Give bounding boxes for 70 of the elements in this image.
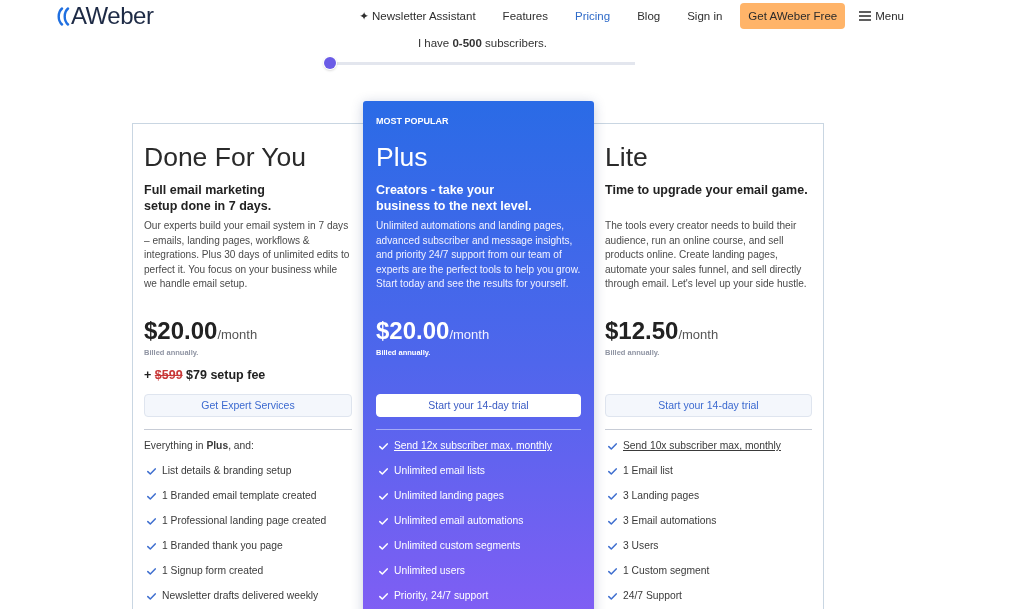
feature-text: Unlimited users [394, 564, 465, 578]
plan-price: $20.00/month [144, 317, 259, 346]
feature-text: List details & branding setup [162, 464, 292, 478]
nav-link[interactable]: Sign in [687, 9, 723, 23]
feature-text: 1 Branded email template created [162, 489, 317, 503]
feature-text: 3 Users [623, 539, 659, 553]
check-icon [379, 592, 388, 600]
plan-tagline: Time to upgrade your email game. [605, 182, 809, 199]
check-icon [147, 517, 156, 525]
check-icon [379, 542, 388, 550]
feature-text: Unlimited email lists [394, 464, 485, 478]
logo-text[interactable]: AWeber [71, 2, 154, 30]
check-icon [147, 467, 156, 475]
feature-text: 1 Branded thank you page [162, 539, 283, 553]
check-icon [608, 517, 617, 525]
check-icon [379, 467, 388, 475]
check-icon [379, 492, 388, 500]
feature-text: Newsletter drafts delivered weekly [162, 589, 319, 603]
feature-text: 1 Custom segment [623, 564, 710, 578]
feature-text: 3 Landing pages [623, 489, 700, 503]
check-icon [379, 517, 388, 525]
nav-link[interactable]: Blog [637, 9, 661, 23]
plan-price: $12.50/month [605, 317, 720, 346]
check-icon [608, 492, 617, 500]
nav-link[interactable]: Features [502, 9, 548, 23]
feature-link[interactable]: Send 10x subscriber max, monthly [623, 439, 781, 453]
slider-handle[interactable] [324, 57, 336, 69]
check-icon [147, 492, 156, 500]
plan-description: The tools every creator needs to build their audience, run an online course, and sell products online. Create landing pages, automate your sales funnel, and sell directly through email. Let's level up your side hustle. [605, 219, 808, 291]
popular-label: MOST POPULAR [376, 115, 450, 128]
feature-text: Priority, 24/7 support [394, 589, 489, 603]
feature-text: 1 Signup form created [162, 564, 264, 578]
check-icon [147, 542, 156, 550]
feature-text: Unlimited custom segments [394, 539, 521, 553]
plan-title: Lite [605, 141, 649, 174]
plan-price: $20.00/month [376, 317, 491, 346]
check-icon [147, 567, 156, 575]
menu-button[interactable]: Menu [859, 10, 904, 22]
check-icon [608, 442, 617, 450]
check-icon [379, 567, 388, 575]
check-icon [608, 542, 617, 550]
features-intro: Everything in Plus, and: [144, 439, 254, 453]
plan-tagline: Full email marketing setup done in 7 days. [144, 182, 273, 214]
get-started-button[interactable]: Get AWeber Free [740, 3, 846, 29]
plan-title: Done For You [144, 141, 308, 174]
plan-button[interactable]: Start your 14-day trial [376, 393, 581, 417]
feature-text: Unlimited landing pages [394, 489, 504, 503]
feature-text: 24/7 Support [623, 589, 682, 603]
plan-button[interactable]: Get Expert Services [144, 393, 352, 417]
subscriber-count-label: I have 0-500 subscribers. [416, 36, 549, 50]
logo-icon [57, 6, 70, 26]
nav-link[interactable]: Pricing [575, 9, 611, 23]
feature-text: Unlimited email automations [394, 514, 524, 528]
check-icon [608, 567, 617, 575]
check-icon [608, 467, 617, 475]
menu-icon [859, 11, 872, 21]
feature-text: 3 Email automations [623, 514, 717, 528]
feature-link[interactable]: Send 12x subscriber max, monthly [394, 439, 552, 453]
nav-link[interactable]: ✦ Newsletter Assistant [359, 9, 476, 23]
feature-text: 1 Email list [623, 464, 673, 478]
check-icon [608, 592, 617, 600]
check-icon [379, 442, 388, 450]
feature-text: 1 Professional landing page created [162, 514, 327, 528]
plan-description: Our experts build your email system in 7 days – emails, landing pages, workflows & integrations. Plus 30 days of unlimited edits to perfect it. You focus on your business while we handle email setup. [144, 219, 351, 291]
plan-tagline: Creators - take your business to the next level. [376, 182, 533, 214]
plan-button[interactable]: Start your 14-day trial [605, 393, 812, 417]
plan-title: Plus [376, 141, 429, 174]
plan-description: Unlimited automations and landing pages, advanced subscriber and message insights, and priority 24/7 support from our team of experts are the perfect tools to help you grow. Start today and see the results for yourself. [376, 219, 581, 291]
setup-fee: + $599 $79 setup fee [144, 366, 267, 383]
check-icon [147, 592, 156, 600]
